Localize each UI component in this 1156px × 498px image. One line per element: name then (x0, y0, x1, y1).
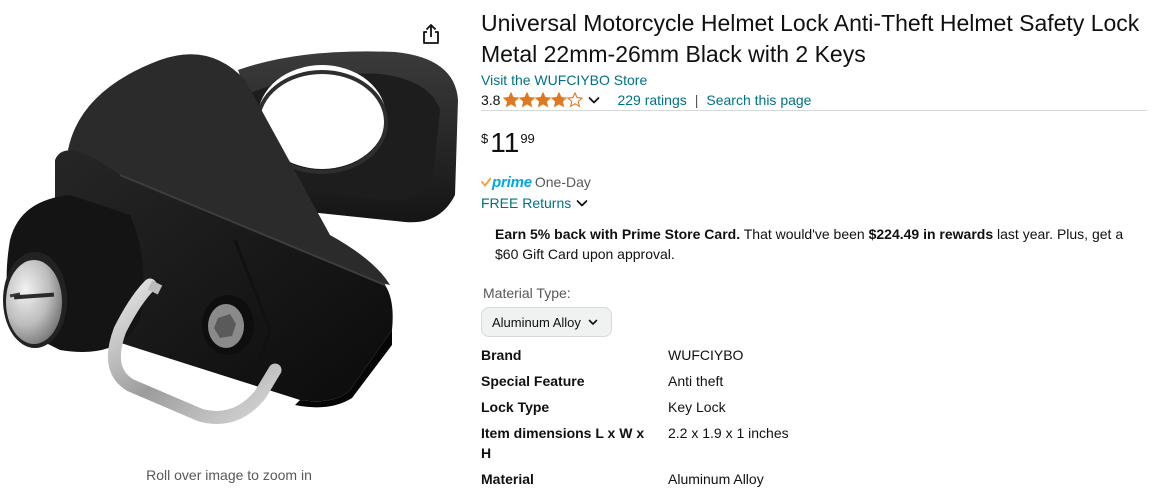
prime-badge: prime One-Day (481, 172, 591, 192)
free-returns-label: FREE Returns (481, 195, 572, 211)
spec-value: 2.2 x 1.9 x 1 inches (668, 425, 789, 441)
spec-key: Special Feature (481, 373, 585, 389)
search-page-link[interactable]: Search this page (706, 92, 811, 108)
price-symbol: $ (481, 131, 489, 146)
spec-value: Key Lock (668, 399, 726, 415)
prime-delivery-label: One-Day (534, 174, 591, 190)
spec-row: Brand WUFCIYBO (481, 345, 1149, 371)
promo-headline: Earn 5% back with Prime Store Card. (495, 226, 741, 242)
store-card-promo: Earn 5% back with Prime Store Card. That… (495, 224, 1145, 264)
ratings-count-link[interactable]: 229 ratings (617, 92, 686, 108)
prime-check-icon (481, 177, 491, 187)
spec-value: Aluminum Alloy (668, 471, 764, 487)
image-gallery: Roll over image to zoom in (0, 0, 460, 498)
spec-row: Item dimensions L x W x H 2.2 x 1.9 x 1 … (481, 423, 1149, 469)
divider (481, 110, 1147, 111)
star-icon (519, 92, 536, 108)
promo-rewards: $224.49 in rewards (868, 226, 994, 242)
chevron-down-icon[interactable] (587, 93, 601, 107)
star-icon (503, 92, 520, 108)
rating-row: 3.8 229 ratings | Search this page (481, 91, 811, 109)
star-rating[interactable] (503, 92, 584, 108)
spec-row: Material Aluminum Alloy (481, 469, 1149, 495)
zoom-hint: Roll over image to zoom in (146, 467, 312, 483)
spec-value: Anti theft (668, 373, 724, 389)
free-returns-link[interactable]: FREE Returns (481, 195, 589, 211)
star-icon (551, 92, 568, 108)
price-fraction: 99 (520, 131, 535, 146)
price: $ 11 99 (481, 128, 535, 158)
price-whole: 11 (490, 127, 520, 158)
rating-value: 3.8 (481, 92, 501, 108)
spec-table: Brand WUFCIYBO Special Feature Anti thef… (481, 345, 1149, 495)
spec-key: Item dimensions L x W x H (481, 425, 645, 461)
material-type-label: Material Type: (483, 285, 571, 301)
material-type-dropdown[interactable]: Aluminum Alloy (481, 307, 612, 337)
spec-key: Lock Type (481, 399, 550, 415)
product-image[interactable] (0, 40, 460, 445)
product-title: Universal Motorcycle Helmet Lock Anti-Th… (481, 10, 1140, 67)
store-link[interactable]: Visit the WUFCIYBO Store (481, 72, 647, 88)
spec-value: WUFCIYBO (668, 347, 744, 363)
separator: | (694, 92, 699, 108)
promo-text-1: That would've been (740, 226, 869, 242)
chevron-down-icon (588, 319, 598, 325)
material-type-value: Aluminum Alloy (492, 314, 581, 330)
spec-row: Lock Type Key Lock (481, 397, 1149, 423)
prime-logo: prime (492, 173, 532, 191)
chevron-down-icon (576, 200, 588, 207)
star-icon (567, 92, 584, 108)
star-icon (535, 92, 552, 108)
spec-key: Brand (481, 347, 522, 363)
spec-key: Material (481, 471, 534, 487)
spec-row: Special Feature Anti theft (481, 371, 1149, 397)
